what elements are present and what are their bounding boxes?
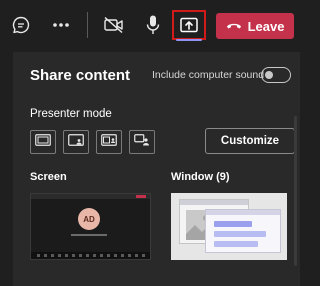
screen-section-label: Screen (30, 171, 67, 183)
presenter-mode-side-by-side[interactable] (96, 130, 122, 154)
window-section-label: Window (9) (171, 171, 230, 183)
leave-label: Leave (247, 18, 285, 34)
phone-hangup-icon (226, 17, 242, 35)
share-content-panel: Share content Include computer sound Pre… (13, 52, 300, 286)
toolbar-divider (87, 12, 88, 38)
chat-icon[interactable] (8, 12, 34, 38)
panel-title: Share content (30, 67, 131, 84)
window-titlebar (180, 200, 248, 205)
presenter-mode-label: Presenter mode (30, 108, 112, 120)
reporter-icon (134, 133, 150, 151)
meeting-toolbar: Leave (0, 0, 300, 50)
active-indicator (176, 39, 202, 41)
leave-button[interactable]: Leave (216, 13, 294, 39)
window-content-line (214, 221, 252, 227)
window-content-line (214, 231, 266, 237)
taskbar-icons (37, 254, 145, 257)
share-content-button[interactable] (172, 10, 206, 40)
window-content-line (214, 241, 258, 247)
customize-label: Customize (220, 135, 280, 147)
camera-off-icon[interactable] (99, 12, 129, 38)
avatar-name-placeholder (71, 234, 107, 236)
include-sound-toggle[interactable] (261, 67, 291, 83)
screen-share-thumbnail[interactable]: AD (30, 193, 151, 260)
window-titlebar (206, 210, 280, 215)
presenter-mode-standout[interactable] (63, 130, 89, 154)
customize-button[interactable]: Customize (205, 128, 295, 154)
avatar-initials: AD (83, 214, 95, 224)
side-by-side-icon (101, 133, 117, 151)
thumbnail-leave-button (136, 195, 146, 198)
thumbnail-taskbar (31, 252, 150, 259)
include-sound-label: Include computer sound (152, 69, 265, 81)
more-options-icon[interactable] (46, 12, 76, 38)
standout-icon (68, 133, 84, 151)
avatar: AD (78, 208, 100, 230)
share-tray-icon (180, 17, 198, 33)
microphone-icon[interactable] (140, 11, 166, 39)
panel-scrollbar[interactable] (294, 116, 297, 266)
presenter-mode-reporter[interactable] (129, 130, 155, 154)
toggle-knob (265, 70, 273, 79)
thumbnail-toolbar (31, 194, 150, 199)
content-only-icon (35, 133, 51, 151)
presenter-mode-content-only[interactable] (30, 130, 56, 154)
window-illustration-front (205, 209, 281, 253)
window-share-thumbnail[interactable] (171, 193, 287, 260)
